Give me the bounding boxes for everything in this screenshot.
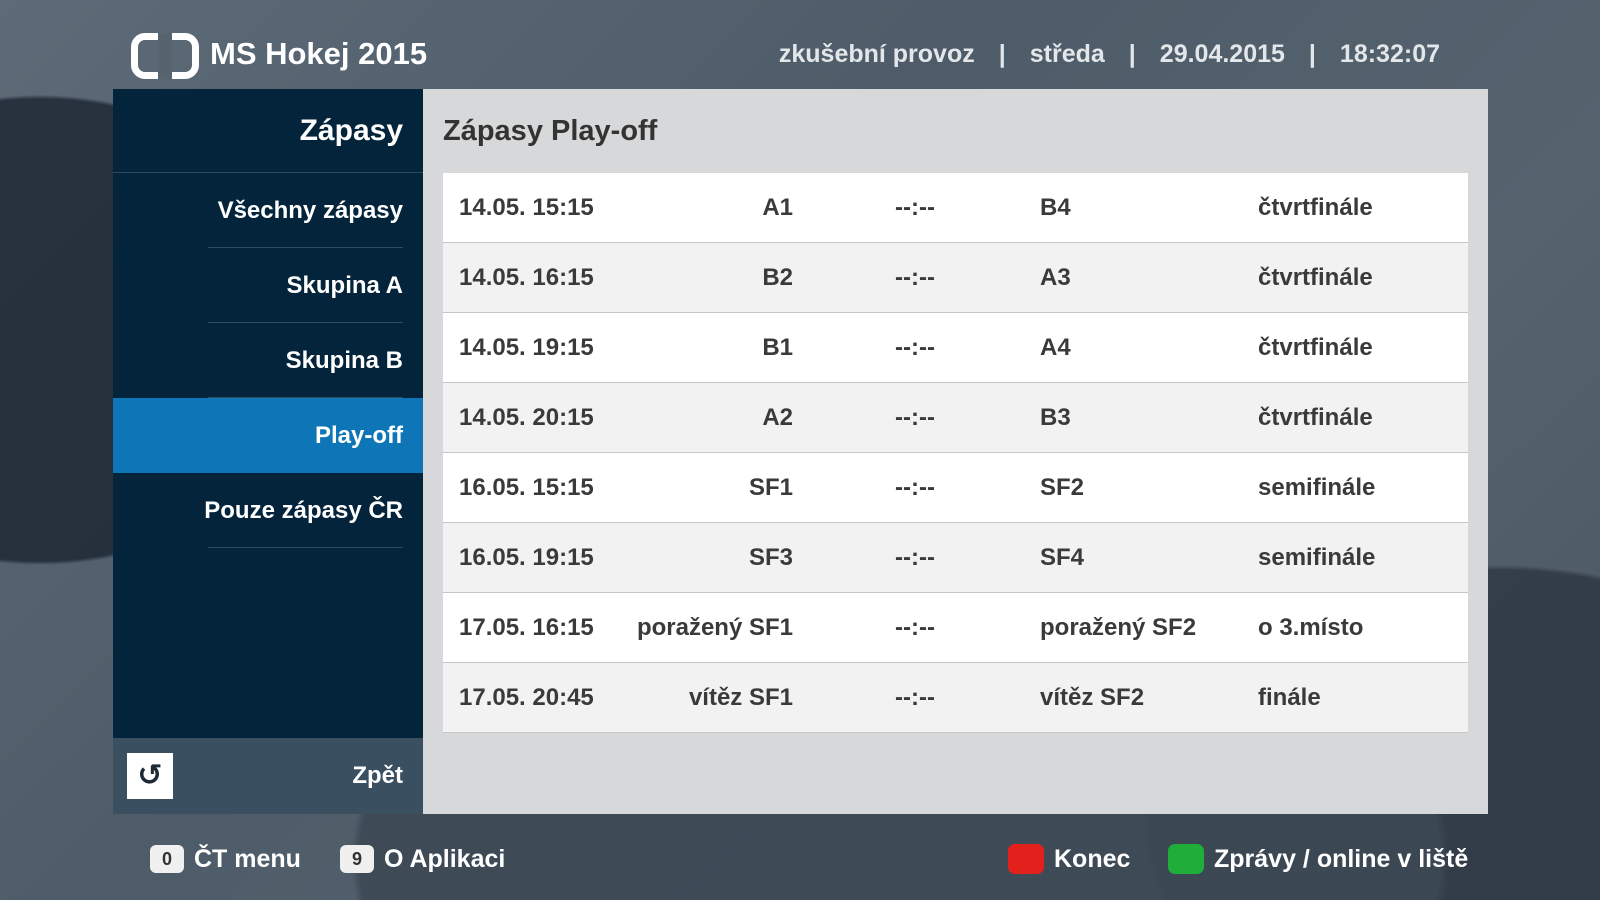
match-stage: o 3.místo — [1258, 614, 1364, 641]
table-row[interactable]: 16.05. 19:15 SF3 --:-- SF4 semifinále — [443, 523, 1468, 593]
sidebar-item-group-b[interactable]: Skupina B — [113, 323, 423, 398]
status-day: středa — [1029, 40, 1105, 68]
match-score: --:-- — [895, 544, 935, 571]
status-bar: zkušební provoz | středa | 29.04.2015 | … — [779, 40, 1440, 69]
match-score: --:-- — [895, 404, 935, 431]
sidebar-item-group-a[interactable]: Skupina A — [113, 248, 423, 323]
match-stage: čtvrtfinále — [1258, 264, 1373, 291]
match-stage: čtvrtfinále — [1258, 194, 1373, 221]
back-button[interactable]: ↺ Zpět — [113, 738, 423, 814]
undo-arrow-icon[interactable]: ↺ — [127, 753, 173, 799]
news-ticker-button[interactable]: Zprávy / online v liště — [1168, 844, 1468, 874]
home-team: SF1 — [748, 474, 793, 501]
match-time: 14.05. 16:15 — [459, 264, 594, 291]
away-team: B4 — [1040, 194, 1071, 221]
ct-logo-icon — [131, 33, 199, 79]
status-separator: | — [998, 40, 1006, 68]
status-mode: zkušební provoz — [778, 40, 975, 68]
away-team: SF2 — [1040, 474, 1085, 501]
news-ticker-label: Zprávy / online v liště — [1214, 844, 1469, 873]
match-time: 14.05. 20:15 — [459, 404, 594, 431]
match-time: 16.05. 15:15 — [459, 474, 594, 501]
match-score: --:-- — [895, 264, 935, 291]
match-time: 17.05. 20:45 — [459, 684, 594, 711]
match-stage: semifinále — [1258, 474, 1376, 501]
table-row[interactable]: 14.05. 15:15 A1 --:-- B4 čtvrtfinále — [443, 173, 1468, 243]
status-separator: | — [1308, 40, 1316, 68]
home-team: SF3 — [748, 544, 793, 571]
sidebar-item-play-off[interactable]: Play-off — [113, 398, 423, 473]
matches-table: 14.05. 15:15 A1 --:-- B4 čtvrtfinále 14.… — [443, 173, 1468, 733]
away-team: A3 — [1040, 264, 1071, 291]
home-team: B2 — [762, 264, 793, 291]
ct-menu-button[interactable]: 0 ČT menu — [150, 844, 301, 874]
about-app-label: O Aplikaci — [384, 844, 506, 873]
away-team: vítěz SF2 — [1040, 684, 1145, 711]
table-row[interactable]: 14.05. 20:15 A2 --:-- B3 čtvrtfinále — [443, 383, 1468, 453]
status-time: 18:32:07 — [1339, 40, 1440, 68]
app-title: MS Hokej 2015 — [210, 36, 428, 71]
sidebar-title: Zápasy — [113, 89, 423, 173]
table-row[interactable]: 16.05. 15:15 SF1 --:-- SF2 semifinále — [443, 453, 1468, 523]
match-score: --:-- — [895, 194, 935, 221]
table-row[interactable]: 14.05. 16:15 B2 --:-- A3 čtvrtfinále — [443, 243, 1468, 313]
match-score: --:-- — [895, 684, 935, 711]
match-stage: semifinále — [1258, 544, 1376, 571]
exit-button[interactable]: Konec — [1008, 844, 1130, 874]
match-stage: čtvrtfinále — [1258, 334, 1373, 361]
away-team: poražený SF2 — [1040, 614, 1197, 641]
home-team: B1 — [762, 334, 793, 361]
match-score: --:-- — [895, 474, 935, 501]
sidebar-item-czech-matches[interactable]: Pouze zápasy ČR — [113, 473, 423, 548]
away-team: A4 — [1040, 334, 1071, 361]
match-stage: finále — [1258, 684, 1321, 711]
table-row[interactable]: 17.05. 16:15 poražený SF1 --:-- poražený… — [443, 593, 1468, 663]
home-team: vítěz SF1 — [688, 684, 793, 711]
away-team: B3 — [1040, 404, 1071, 431]
red-key-icon — [1008, 844, 1044, 874]
table-row[interactable]: 14.05. 19:15 B1 --:-- A4 čtvrtfinále — [443, 313, 1468, 383]
matches-panel: Zápasy Play-off 14.05. 15:15 A1 --:-- B4… — [423, 89, 1488, 814]
key-0-icon: 0 — [150, 845, 184, 873]
page-title: Zápasy Play-off — [443, 115, 658, 147]
exit-label: Konec — [1054, 844, 1131, 873]
match-time: 17.05. 16:15 — [459, 614, 594, 641]
back-label: Zpět — [352, 762, 403, 789]
match-time: 14.05. 19:15 — [459, 334, 594, 361]
about-app-button[interactable]: 9 O Aplikaci — [340, 844, 505, 874]
table-row[interactable]: 17.05. 20:45 vítěz SF1 --:-- vítěz SF2 f… — [443, 663, 1468, 733]
green-key-icon — [1168, 844, 1204, 874]
match-score: --:-- — [895, 614, 935, 641]
match-time: 16.05. 19:15 — [459, 544, 594, 571]
status-date: 29.04.2015 — [1159, 40, 1285, 68]
key-9-icon: 9 — [340, 845, 374, 873]
sidebar: Zápasy Všechny zápasy Skupina A Skupina … — [113, 89, 423, 814]
home-team: A2 — [762, 404, 793, 431]
away-team: SF4 — [1040, 544, 1085, 571]
sidebar-item-all-matches[interactable]: Všechny zápasy — [113, 173, 423, 248]
footer-bar: 0 ČT menu 9 O Aplikaci Konec Zprávy / on… — [0, 838, 1600, 888]
match-time: 14.05. 15:15 — [459, 194, 594, 221]
header: MS Hokej 2015 zkušební provoz | středa |… — [0, 0, 1600, 88]
ct-menu-label: ČT menu — [194, 844, 301, 873]
status-separator: | — [1128, 40, 1136, 68]
match-score: --:-- — [895, 334, 935, 361]
home-team: poražený SF1 — [636, 614, 793, 641]
home-team: A1 — [762, 194, 793, 221]
match-stage: čtvrtfinále — [1258, 404, 1373, 431]
